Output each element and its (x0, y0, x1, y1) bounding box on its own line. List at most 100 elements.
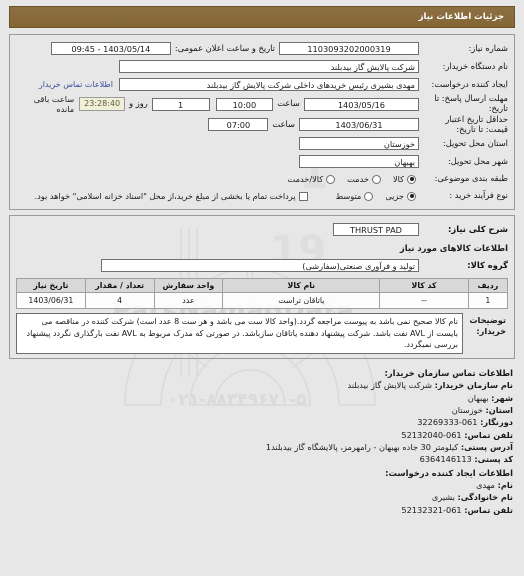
price-validity-hour: 07:00 (208, 118, 269, 132)
contact-key: تلفن تماس: (464, 429, 513, 440)
buyer-org-label: نام دستگاه خریدار: (442, 60, 508, 71)
goods-table: ردیف کد کالا نام کالا واحد سفارش تعداد /… (16, 278, 509, 310)
remaining-days-label: روز و (129, 98, 148, 109)
contact-section: اطلاعات تماس سازمان خریدار: نام سازمان خ… (9, 367, 513, 516)
price-validity-hour-label: ساعت (272, 118, 295, 129)
contact-value: 52132040-061 (401, 429, 462, 440)
radio-icon-selected[interactable] (407, 191, 416, 201)
contact-line: دورنگار: 32269333-061 (9, 416, 513, 428)
col-name: نام کالا (222, 278, 381, 294)
row-need-summary: شرح کلی نیاز: THRUST PAD (16, 221, 508, 238)
contact-key: دورنگار: (480, 417, 513, 428)
need-info-panel: شماره نیاز: 1103093202000319 تاریخ و ساع… (9, 34, 515, 211)
creator-contact-line: تلفن تماس: 52132321-061 (9, 504, 513, 516)
col-need-date: تاریخ نیاز (16, 278, 86, 294)
row-province: استان محل تحویل: خوزستان (16, 135, 508, 152)
creator-contact-title: اطلاعات ایجاد کننده درخواست: (385, 467, 513, 478)
need-summary-label: شرح کلی نیاز: (448, 223, 508, 234)
checkbox-icon[interactable] (298, 191, 308, 201)
price-validity-label: حداقل تاریخ اعتبار قیمت: تا تاریخ: (445, 114, 508, 134)
process-label: نوع فرآیند خرید : (449, 190, 508, 201)
contact-key: کد پستی: (474, 454, 513, 465)
announce-datetime-label: تاریخ و ساعت اعلان عمومی: (174, 42, 275, 53)
need-number-label: شماره نیاز: (468, 42, 508, 53)
category-option-kala-khedmat[interactable]: کالا/خدمت (288, 174, 336, 184)
buyer-org-value: شرکت پالایش گاز بیدبلند (119, 60, 419, 73)
contact-key: نام سازمان خریدار: (434, 380, 513, 391)
contact-key: آدرس پستی: (460, 441, 513, 452)
creator-value: مهدی بشیری رئیس خریدهای داخلی شرکت پالای… (119, 78, 419, 91)
contact-key: نام: (497, 480, 513, 491)
category-label: طبقه بندی موضوعی: (434, 173, 508, 184)
goods-group-label: گروه کالا: (467, 259, 508, 270)
buyer-notes-text: نام کالا صحیح نمی باشد به پیوست مراجعه گ… (16, 313, 463, 354)
buyer-notes-label: توضیحات خریدار: (469, 315, 506, 337)
process-option-motevaset-label: متوسط (335, 191, 362, 202)
radio-icon-selected[interactable] (407, 174, 416, 184)
contact-line: کد پستی: 6364146113 (9, 453, 513, 465)
contact-key: استان: (485, 405, 513, 416)
reply-deadline-date: 1403/05/16 (303, 97, 419, 111)
col-unit: واحد سفارش (153, 278, 224, 294)
page-title-bar: جزئیات اطلاعات نیاز (9, 6, 515, 28)
contact-line: نام سازمان خریدار: شرکت پالایش گاز بیدبل… (9, 379, 513, 391)
contact-value: مهدی (476, 480, 495, 491)
category-option-kala-khedmat-label: کالا/خدمت (287, 174, 324, 185)
contact-line: استان: خوزستان (9, 404, 513, 416)
city-label: شهر محل تحویل: (447, 155, 508, 166)
announce-datetime-value: 1403/05/14 - 09:45 (50, 42, 171, 55)
city-value: بهبهان (299, 155, 419, 169)
process-option-motevaset[interactable]: متوسط (336, 191, 374, 201)
contact-key: شهر: (491, 392, 513, 403)
col-qty: تعداد / مقدار (84, 278, 155, 294)
need-summary-value: THRUST PAD (333, 223, 419, 237)
province-label: استان محل تحویل: (442, 137, 508, 148)
category-option-kala-label: کالا (392, 174, 404, 185)
contact-line: تلفن تماس: 52132040-061 (9, 429, 513, 441)
category-option-khedmat[interactable]: خدمت (347, 174, 381, 184)
creator-contact-line: نام: مهدی (9, 479, 513, 491)
cell-code: -- (379, 292, 469, 310)
price-validity-date: 1403/06/31 (299, 118, 419, 132)
row-goods-group: گروه کالا: تولید و فرآوری صنعتی(سفارشی) (16, 257, 508, 274)
process-option-jozii-label: جزیی (385, 191, 404, 202)
treasury-checkbox-label: پرداخت تمام یا بخشی از مبلغ خرید،از محل … (34, 191, 296, 202)
row-need-number: شماره نیاز: 1103093202000319 تاریخ و ساع… (16, 40, 508, 57)
process-option-jozii[interactable]: جزیی (385, 191, 416, 201)
cell-need-date: 1403/06/31 (16, 292, 86, 310)
buyer-contact-title: اطلاعات تماس سازمان خریدار: (384, 367, 513, 378)
row-price-validity: حداقل تاریخ اعتبار قیمت: تا تاریخ: 1403/… (16, 114, 508, 134)
contact-line: آدرس پستی: کیلومتر 30 جاده بهبهان - رامه… (9, 441, 513, 453)
goods-panel: شرح کلی نیاز: THRUST PAD اطلاعات کالاهای… (9, 215, 515, 359)
goods-info-title: اطلاعات کالاهای مورد نیاز (399, 243, 508, 254)
row-creator: ایجاد کننده درخواست: مهدی بشیری رئیس خری… (16, 76, 508, 93)
col-code: کد کالا (379, 278, 469, 294)
row-category: طبقه بندی موضوعی: کالا خدمت کالا/خدمت (16, 171, 508, 187)
reply-deadline-hour: 10:00 (215, 97, 274, 111)
contact-value: کیلومتر 30 جاده بهبهان - رامهرمز، پالایش… (265, 441, 459, 452)
col-row-no: ردیف (467, 278, 509, 294)
contact-value: 6364146113 (419, 454, 472, 465)
row-city: شهر محل تحویل: بهبهان (16, 153, 508, 170)
contact-value: بهبهان (467, 392, 489, 403)
radio-icon[interactable] (364, 191, 374, 201)
radio-icon[interactable] (326, 174, 336, 184)
buyer-notes: توضیحات خریدار: نام کالا صحیح نمی باشد ب… (16, 313, 508, 354)
table-header-row: ردیف کد کالا نام کالا واحد سفارش تعداد /… (16, 278, 509, 294)
contact-key: نام خانوادگی: (457, 492, 513, 503)
buyer-contact-link[interactable]: اطلاعات تماس خریدار (39, 80, 119, 89)
category-option-kala[interactable]: کالا (393, 174, 416, 184)
countdown-timer: 23:28:40 (79, 97, 126, 111)
creator-contact-line: نام خانوادگی: بشیری (9, 491, 513, 503)
contact-key: تلفن تماس: (464, 504, 513, 515)
row-process-type: نوع فرآیند خرید : جزیی متوسط پرداخت تمام… (16, 188, 508, 204)
contact-value: خوزستان (451, 405, 483, 416)
creator-label: ایجاد کننده درخواست: (431, 78, 508, 89)
goods-group-value: تولید و فرآوری صنعتی(سفارشی) (101, 259, 419, 273)
countdown-label: ساعت باقی مانده (33, 94, 75, 114)
row-reply-deadline: مهلت ارسال پاسخ: تا تاریخ: 1403/05/16 سا… (16, 94, 508, 114)
contact-value: 32269333-061 (417, 417, 478, 428)
radio-icon[interactable] (371, 174, 381, 184)
row-buyer-org: نام دستگاه خریدار: شرکت پالایش گاز بیدبل… (16, 58, 508, 75)
treasury-checkbox-group[interactable]: پرداخت تمام یا بخشی از مبلغ خرید،از محل … (34, 191, 308, 202)
